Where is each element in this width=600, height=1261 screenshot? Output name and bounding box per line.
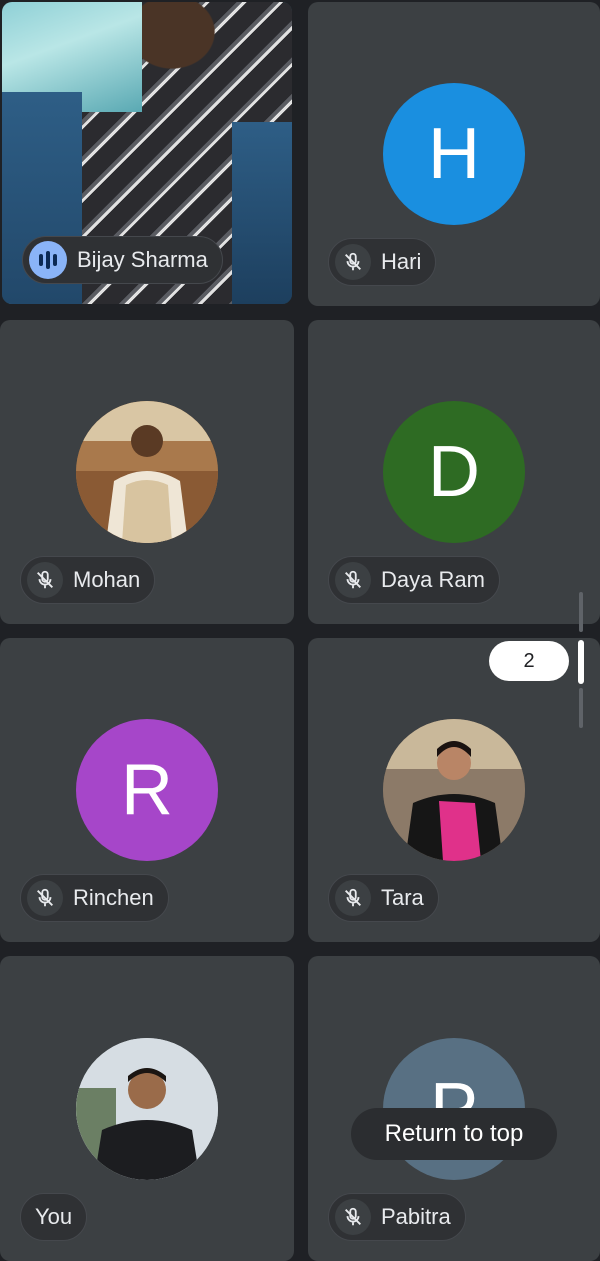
participant-tile-you[interactable]: You [0, 956, 294, 1261]
participant-name: Rinchen [73, 885, 154, 910]
participant-name: Daya Ram [381, 567, 485, 592]
mic-off-icon [335, 562, 371, 598]
participant-photo [76, 401, 218, 543]
audio-level-icon [29, 241, 67, 279]
participant-name: Hari [381, 249, 422, 274]
participant-avatar: H [383, 83, 525, 225]
participant-name-pill: Mohan [20, 556, 156, 604]
participant-tile-tara[interactable]: Tara [308, 638, 600, 942]
participant-name: Mohan [73, 567, 141, 592]
participant-name: You [35, 1204, 73, 1229]
participant-name-pill: Daya Ram [328, 556, 500, 604]
mic-off-icon [335, 1199, 371, 1235]
participant-name: Pabitra [381, 1204, 451, 1229]
participant-tile-daya-ram[interactable]: D Daya Ram [308, 320, 600, 624]
participant-name-pill: Tara [328, 874, 439, 922]
page-indicator: 2 [489, 641, 569, 681]
participant-name-pill: Hari [328, 238, 437, 286]
participant-photo [383, 719, 525, 861]
mic-off-icon [335, 880, 371, 916]
participant-photo [76, 1037, 218, 1180]
mic-off-icon [335, 244, 371, 280]
mic-off-icon [27, 880, 63, 916]
participant-avatar: D [383, 401, 525, 543]
scrollbar-thumb[interactable] [578, 640, 584, 684]
participant-name-pill: You [20, 1193, 88, 1241]
participant-name-pill: Rinchen [20, 874, 169, 922]
participant-name-pill: Pabitra [328, 1193, 466, 1241]
participant-tile-bijay-sharma[interactable]: Bijay Sharma [2, 2, 292, 304]
participant-name-pill: Bijay Sharma [22, 236, 223, 284]
return-to-top-button[interactable]: Return to top [351, 1108, 557, 1160]
participant-name: Tara [381, 885, 424, 910]
participant-tile-hari[interactable]: H Hari [308, 2, 600, 306]
participant-avatar: R [76, 719, 218, 861]
participant-name: Bijay Sharma [77, 247, 208, 272]
participant-tile-mohan[interactable]: Mohan [0, 320, 294, 624]
mic-off-icon [27, 562, 63, 598]
participant-tile-rinchen[interactable]: R Rinchen [0, 638, 294, 942]
